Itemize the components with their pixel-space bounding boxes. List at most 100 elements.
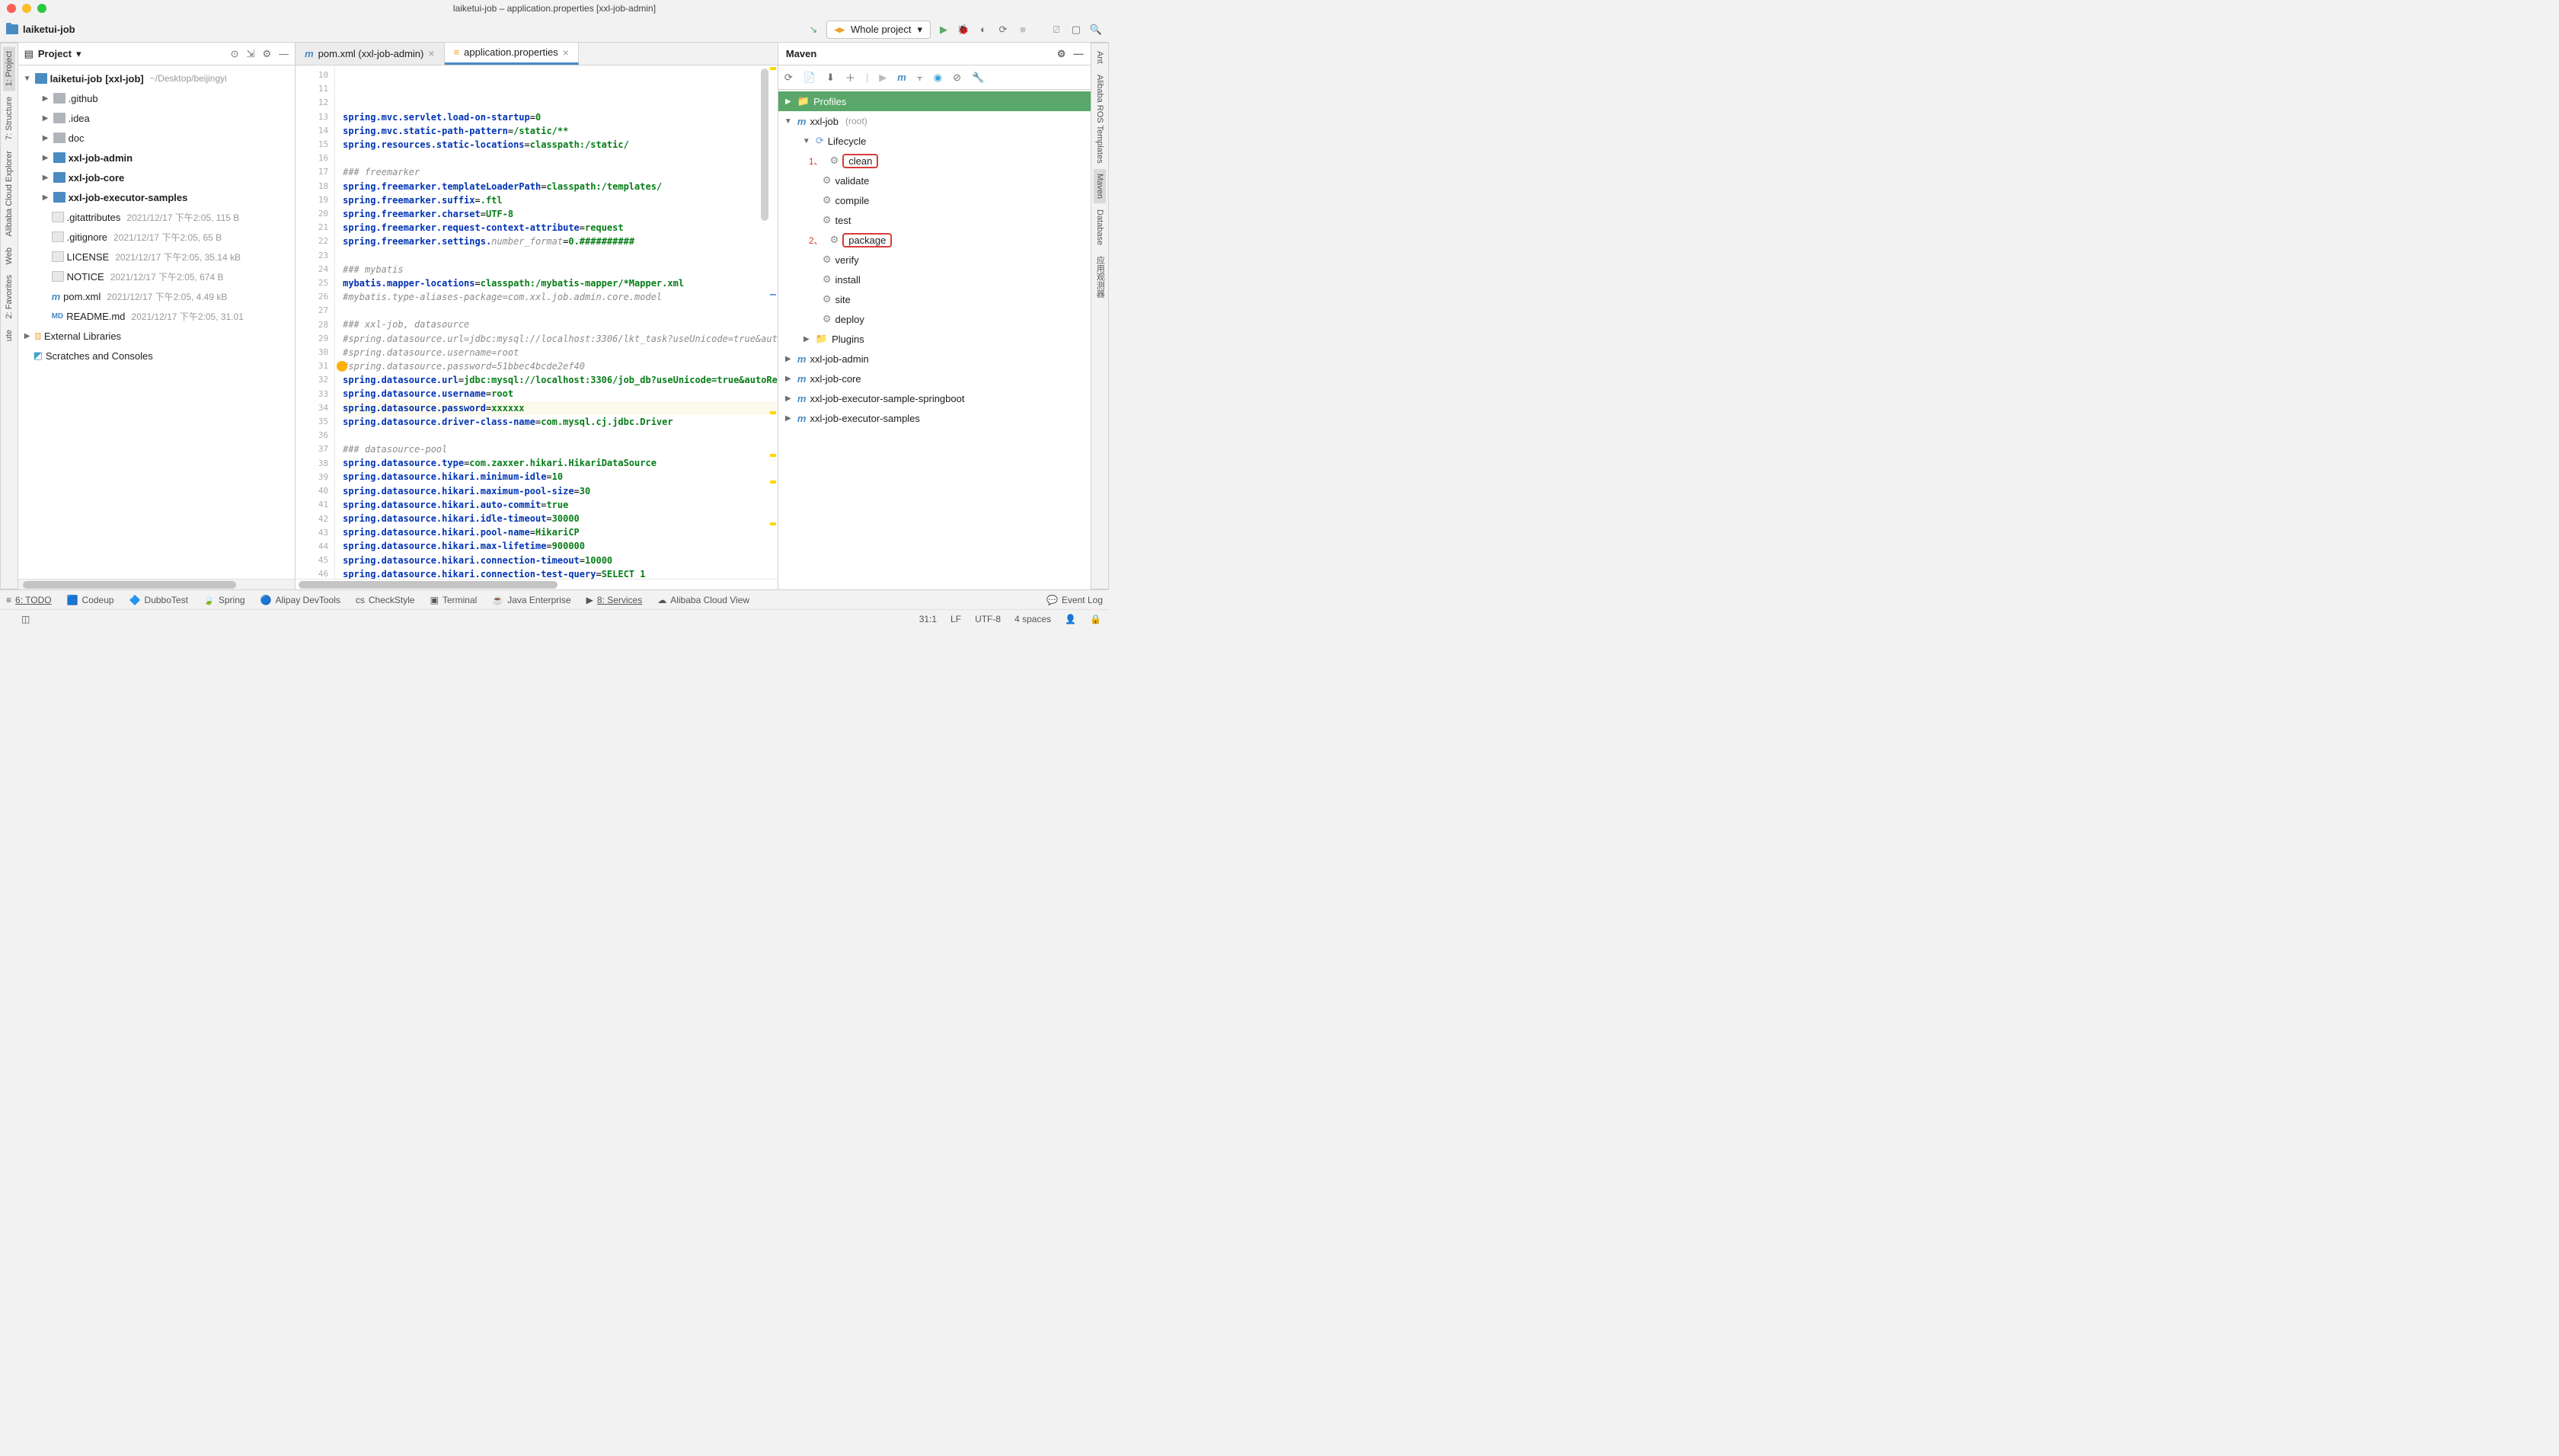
tree-file[interactable]: mpom.xml2021/12/17 下午2:05, 4.49 kB [18,286,296,306]
scratches[interactable]: Scratches and Consoles [46,350,153,362]
tree-folder[interactable]: ▶.github [18,88,296,108]
maven-goal-test[interactable]: ⚙ test [778,210,1091,230]
gear-icon[interactable]: ⚙ [262,48,271,60]
maven-root[interactable]: ▼m xxl-job (root) [778,111,1091,131]
maven-goal-validate[interactable]: ⚙ validate [778,171,1091,190]
project-tree[interactable]: ▼ laiketui-job [xxl-job] ~/Desktop/beiji… [18,65,296,579]
wrench-icon[interactable]: 🔧 [972,72,984,84]
rail-web[interactable]: Web [3,243,15,269]
rail-maven[interactable]: Maven [1094,169,1106,203]
tree-file[interactable]: LICENSE2021/12/17 下午2:05, 35.14 kB [18,247,296,267]
maven-goal-deploy[interactable]: ⚙ deploy [778,309,1091,329]
inspection-icon[interactable]: 👤 [1065,614,1076,624]
line-ending[interactable]: LF [950,614,961,624]
maven-goal-verify[interactable]: ⚙ verify [778,250,1091,270]
error-stripe[interactable] [768,65,778,579]
toggle-icon[interactable]: ⫟ [917,72,923,84]
rail-ant[interactable]: Ant [1094,46,1106,69]
coverage-icon[interactable]: ◐ [976,23,990,37]
add-icon[interactable]: ＋ [845,70,855,85]
run-config-selector[interactable]: ◂▸ Whole project ▾ [826,21,931,39]
alipay-tool[interactable]: 🔵 Alipay DevTools [260,595,340,605]
rail-project[interactable]: 1: Project [3,46,15,91]
tree-file[interactable]: MDREADME.md2021/12/17 下午2:05, 31.01 [18,306,296,326]
spring-tool[interactable]: 🍃 Spring [203,595,245,605]
download-icon[interactable]: ⬇ [826,72,835,84]
tab-pom[interactable]: m pom.xml (xxl-job-admin) × [296,43,444,65]
git-icon[interactable]: ⍁ [1049,23,1063,37]
close-icon[interactable]: × [428,47,434,59]
tree-file[interactable]: .gitignore2021/12/17 下午2:05, 65 B [18,227,296,247]
debug-icon[interactable]: 🐞 [957,23,970,37]
project-hscroll[interactable] [18,579,296,589]
editor-vscroll[interactable] [761,69,768,221]
terminal-tool[interactable]: ▣ Terminal [430,595,478,605]
maven-plugins[interactable]: ▶📁 Plugins [778,329,1091,349]
maven-goal-compile[interactable]: ⚙ compile [778,190,1091,210]
rail-ros[interactable]: Alibaba ROS Templates [1094,70,1106,168]
ide-icon[interactable]: ▢ [1069,23,1083,37]
rail-alibaba[interactable]: Alibaba Cloud Explorer [3,146,15,241]
alibaba-cloud-tool[interactable]: ☁ Alibaba Cloud View [657,595,749,605]
lock-icon[interactable]: 🔒 [1090,614,1101,624]
generate-icon[interactable]: 📄 [803,72,816,84]
tree-folder[interactable]: ▶xxl-job-admin [18,148,296,168]
tree-folder[interactable]: ▶doc [18,128,296,148]
tree-file[interactable]: NOTICE2021/12/17 下午2:05, 674 B [18,267,296,286]
profile-icon[interactable]: ⟳ [996,23,1010,37]
chevron-down-icon[interactable]: ▾ [76,48,81,60]
hide-icon[interactable]: — [1073,48,1083,60]
tree-folder[interactable]: ▶xxl-job-core [18,168,296,187]
rail-observer[interactable]: 应用观测器 [1092,251,1107,302]
close-icon[interactable]: × [563,46,569,59]
quick-panel-icon[interactable]: ◫ [21,614,30,624]
encoding[interactable]: UTF-8 [975,614,1001,624]
maven-goal-install[interactable]: ⚙ install [778,270,1091,289]
maven-goal-package[interactable]: 2、⚙ package [778,230,1091,250]
java-ee-tool[interactable]: ☕ Java Enterprise [492,595,570,605]
tree-folder[interactable]: ▶.idea [18,108,296,128]
checkstyle-tool[interactable]: cs CheckStyle [356,595,415,605]
execute-icon[interactable]: m [897,72,906,83]
maven-lifecycle[interactable]: ▼⟳ Lifecycle [778,131,1091,151]
breadcrumb[interactable]: laiketui-job [6,24,75,35]
offline-icon[interactable]: ◉ [934,72,942,84]
code-editor[interactable]: spring.mvc.servlet.load-on-startup=0spri… [335,65,778,579]
maven-tree[interactable]: ▶📁 Profiles ▼m xxl-job (root) ▼⟳ Lifecyc… [778,90,1091,589]
tab-properties[interactable]: ≡ application.properties × [445,43,579,65]
rail-database[interactable]: Database [1094,205,1106,250]
reload-icon[interactable]: ⟳ [784,72,793,84]
rail-ute[interactable]: ute [3,325,15,346]
skip-tests-icon[interactable]: ⊘ [953,72,961,84]
event-log-tool[interactable]: 💬 Event Log [1046,595,1103,605]
tree-folder[interactable]: ▶xxl-job-executor-samples [18,187,296,207]
editor-hscroll[interactable] [296,579,778,589]
line-gutter[interactable]: 1011121314151617181920212223242526272829… [296,65,335,579]
maven-module[interactable]: ▶mxxl-job-executor-sample-springboot [778,388,1091,408]
rail-structure[interactable]: 7: Structure [3,92,15,145]
indent[interactable]: 4 spaces [1014,614,1051,624]
external-libraries[interactable]: External Libraries [44,330,121,342]
tree-root[interactable]: laiketui-job [50,73,103,85]
services-tool[interactable]: ▶ 8: Services [586,595,643,605]
maven-profiles[interactable]: ▶📁 Profiles [778,91,1091,111]
dubbo-tool[interactable]: 🔷 DubboTest [129,595,188,605]
codeup-tool[interactable]: 🟦 Codeup [67,595,114,605]
tree-file[interactable]: .gitattributes2021/12/17 下午2:05, 115 B [18,207,296,227]
maven-module[interactable]: ▶mxxl-job-core [778,369,1091,388]
todo-tool[interactable]: ≡ 6: TODO [6,595,52,605]
rail-favorites[interactable]: 2: Favorites [3,270,15,323]
maven-goal-site[interactable]: ⚙ site [778,289,1091,309]
stop-icon[interactable]: ■ [1016,23,1030,37]
search-icon[interactable]: 🔍 [1089,23,1103,37]
build-icon[interactable]: ↘ [807,23,820,37]
hide-icon[interactable]: — [279,48,289,60]
intention-bulb-icon[interactable] [337,361,347,372]
locate-icon[interactable]: ⊙ [231,48,239,60]
maven-module[interactable]: ▶mxxl-job-admin [778,349,1091,369]
maven-module[interactable]: ▶mxxl-job-executor-samples [778,408,1091,428]
run-icon[interactable]: ▶ [879,72,887,84]
caret-position[interactable]: 31:1 [919,614,937,624]
run-icon[interactable]: ▶ [937,23,950,37]
gear-icon[interactable]: ⚙ [1057,48,1066,60]
